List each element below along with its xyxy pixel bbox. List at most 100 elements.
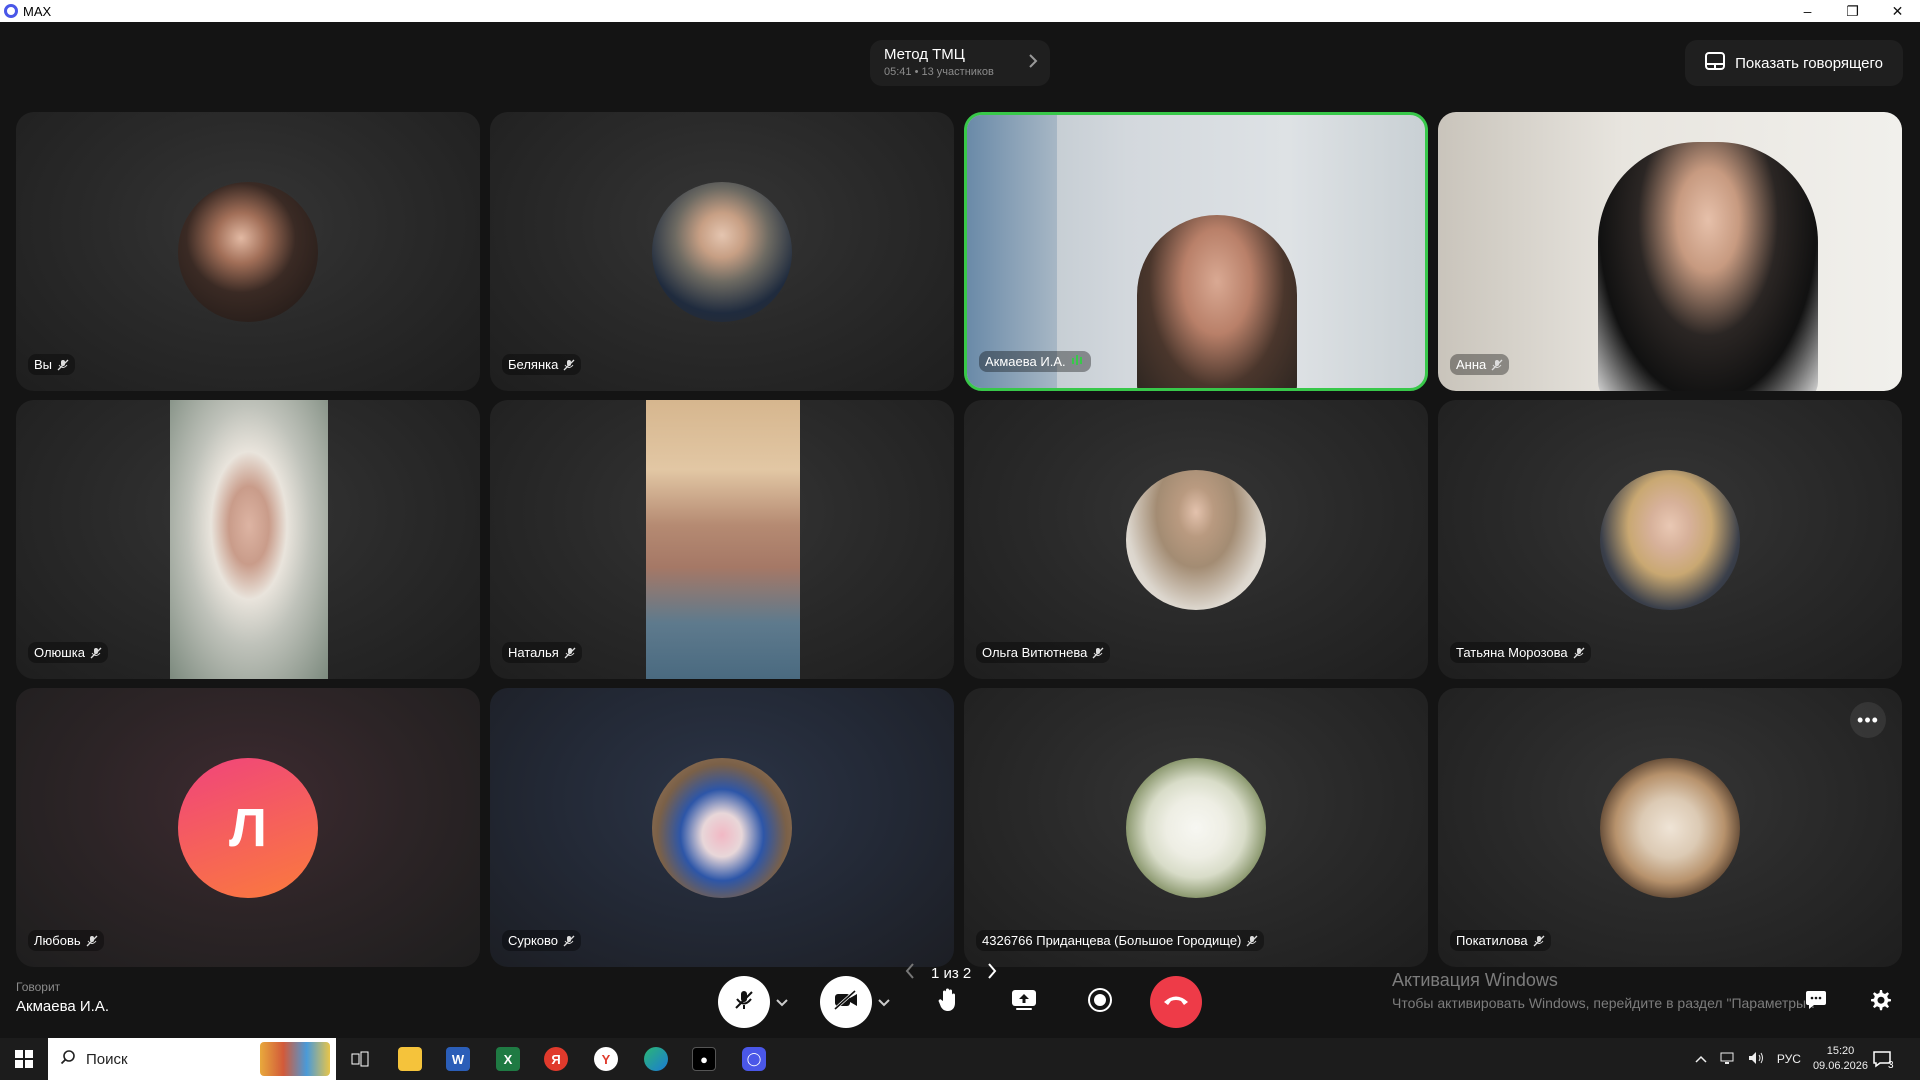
participant-video — [170, 400, 328, 679]
camera-off-icon — [833, 989, 859, 1016]
chevron-up-icon[interactable] — [1695, 1052, 1707, 1066]
chevron-right-icon — [1028, 54, 1038, 73]
chevron-down-icon[interactable] — [878, 996, 890, 1010]
language-indicator[interactable]: РУС — [1777, 1052, 1801, 1066]
edge-icon[interactable] — [644, 1047, 668, 1071]
search-placeholder: Поиск — [86, 1050, 128, 1068]
participant-name: Любовь — [34, 933, 81, 948]
mic-off-icon — [1573, 647, 1585, 659]
clock-time: 15:20 — [1826, 1045, 1855, 1057]
participant-tile-active-speaker[interactable]: Акмаева И.А. — [964, 112, 1428, 391]
participant-name-badge: Ольга Витютнева — [976, 642, 1111, 663]
show-speaker-button[interactable]: Показать говорящего — [1685, 40, 1903, 86]
participant-name: 4326766 Приданцева (Большое Городище) — [982, 933, 1242, 948]
participants-count: 13 участников — [921, 66, 994, 78]
participant-tile[interactable]: Татьяна Морозова — [1438, 400, 1902, 679]
participant-avatar — [1600, 470, 1740, 610]
participant-name: Татьяна Морозова — [1456, 645, 1568, 660]
network-icon[interactable] — [1719, 1051, 1735, 1068]
participant-name: Анна — [1456, 357, 1487, 372]
mic-off-icon — [1246, 935, 1258, 947]
mic-off-icon — [90, 647, 102, 659]
screen-share-icon — [1010, 988, 1038, 1017]
participant-avatar — [1126, 470, 1266, 610]
participant-avatar — [652, 758, 792, 898]
participant-name-badge: Покатилова — [1450, 930, 1551, 951]
file-explorer-icon[interactable] — [398, 1047, 422, 1071]
record-button[interactable] — [1074, 976, 1126, 1028]
participant-tile[interactable]: Ольга Витютнева — [964, 400, 1428, 679]
window-title: MAX — [23, 3, 52, 19]
participant-name-badge: Олюшка — [28, 642, 108, 663]
meeting-title: Метод ТМЦ — [884, 46, 965, 63]
mic-off-icon — [563, 359, 575, 371]
mic-off-icon — [732, 988, 756, 1017]
search-icon — [60, 1049, 76, 1069]
taskbar-clock[interactable]: 15:20 09.06.2026 — [1813, 1044, 1868, 1074]
participant-avatar — [178, 182, 318, 322]
participant-tile[interactable]: ••• Покатилова — [1438, 688, 1902, 967]
end-call-button[interactable] — [1150, 976, 1202, 1028]
participant-name: Олюшка — [34, 645, 85, 660]
participant-tile[interactable]: Анна — [1438, 112, 1902, 391]
participant-name-badge: Акмаева И.А. — [979, 351, 1091, 372]
participant-name: Сурково — [508, 933, 559, 948]
participant-tile[interactable]: Сурково — [490, 688, 954, 967]
participant-tile[interactable]: Белянка — [490, 112, 954, 391]
chat-button[interactable] — [1790, 976, 1842, 1028]
taskbar-search-input[interactable]: Поиск — [48, 1038, 336, 1080]
participant-name: Покатилова — [1456, 933, 1528, 948]
app-icon[interactable]: ● — [692, 1047, 716, 1071]
volume-icon[interactable] — [1747, 1051, 1765, 1068]
participant-name: Белянка — [508, 357, 559, 372]
participant-tile[interactable]: 4326766 Приданцева (Большое Городище) — [964, 688, 1428, 967]
restore-button[interactable]: ❐ — [1830, 0, 1875, 22]
participant-tile[interactable]: Олюшка — [16, 400, 480, 679]
system-tray: РУС 15:20 09.06.2026 — [1695, 1038, 1868, 1080]
window-titlebar: MAX – ❐ ✕ — [0, 0, 1920, 22]
mic-off-icon — [1533, 935, 1545, 947]
settings-button[interactable] — [1854, 976, 1906, 1028]
camera-toggle-button[interactable] — [820, 976, 872, 1028]
max-app-icon[interactable]: ◯ — [742, 1047, 766, 1071]
participant-tile[interactable]: Вы — [16, 112, 480, 391]
mic-off-icon — [564, 647, 576, 659]
meeting-subtitle: 05:41 • 13 участников — [884, 66, 1036, 78]
meeting-info[interactable]: Метод ТМЦ 05:41 • 13 участников — [870, 40, 1050, 86]
yandex-icon[interactable]: Я — [544, 1047, 568, 1071]
excel-icon[interactable]: X — [496, 1047, 520, 1071]
participant-name: Вы — [34, 357, 53, 372]
participant-name-badge: Анна — [1450, 354, 1510, 375]
yandex-browser-icon[interactable]: Y — [594, 1047, 618, 1071]
chat-icon — [1804, 988, 1828, 1017]
share-screen-button[interactable] — [998, 976, 1050, 1028]
participant-name-badge: 4326766 Приданцева (Большое Городище) — [976, 930, 1265, 951]
more-options-button[interactable]: ••• — [1850, 702, 1886, 738]
participant-tile[interactable]: Наталья — [490, 400, 954, 679]
chevron-down-icon[interactable] — [776, 996, 788, 1010]
close-button[interactable]: ✕ — [1875, 0, 1920, 22]
call-controls — [0, 976, 1920, 1034]
word-icon[interactable]: W — [446, 1047, 470, 1071]
meeting-separator: • — [914, 66, 919, 78]
mic-off-icon — [563, 935, 575, 947]
windows-start-icon[interactable] — [12, 1047, 36, 1071]
mic-off-icon — [1092, 647, 1104, 659]
meeting-view: Метод ТМЦ 05:41 • 13 участников Показать… — [0, 22, 1920, 1038]
participant-name-badge: Наталья — [502, 642, 582, 663]
search-highlight-illustration — [260, 1042, 330, 1076]
participant-avatar — [652, 182, 792, 322]
speaking-indicator-icon — [1071, 354, 1085, 369]
window-controls: – ❐ ✕ — [1785, 0, 1920, 22]
participant-name-badge: Любовь — [28, 930, 104, 951]
meeting-duration: 05:41 — [884, 66, 912, 78]
minimize-button[interactable]: – — [1785, 0, 1830, 22]
task-view-icon[interactable] — [348, 1047, 372, 1071]
participant-name-badge: Вы — [28, 354, 76, 375]
participant-name-badge: Белянка — [502, 354, 582, 375]
show-speaker-label: Показать говорящего — [1735, 54, 1883, 72]
raise-hand-button[interactable] — [922, 976, 974, 1028]
participant-tile[interactable]: Л Любовь — [16, 688, 480, 967]
mic-toggle-button[interactable] — [718, 976, 770, 1028]
mic-off-icon — [57, 359, 69, 371]
